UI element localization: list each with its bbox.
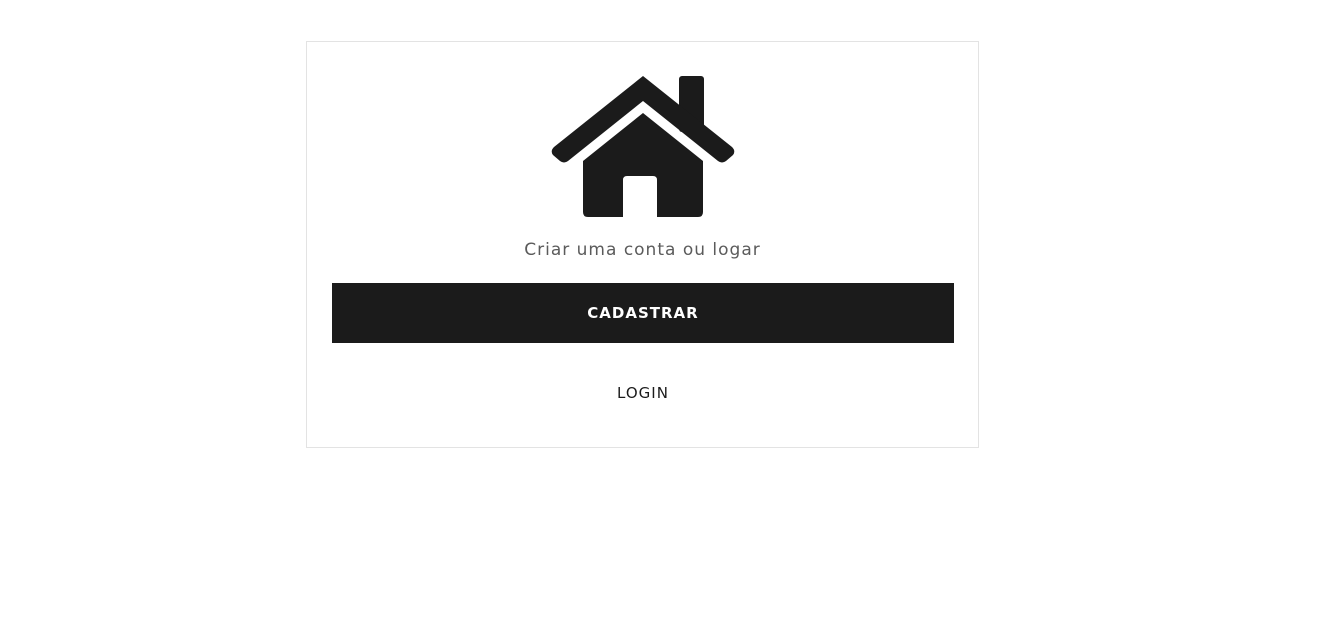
- login-button[interactable]: LOGIN: [332, 377, 954, 409]
- house-icon: [551, 76, 735, 218]
- subtitle: Criar uma conta ou logar: [524, 240, 761, 260]
- register-button[interactable]: CADASTRAR: [332, 283, 954, 343]
- auth-card: Criar uma conta ou logar CADASTRAR LOGIN: [306, 41, 979, 448]
